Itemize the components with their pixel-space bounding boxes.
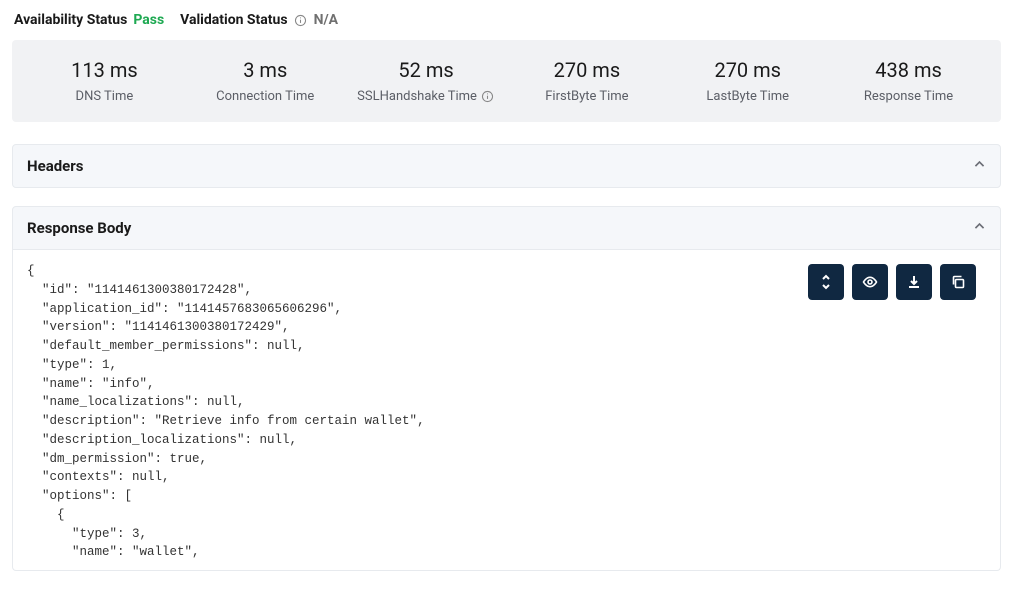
availability-status-value: Pass: [133, 12, 164, 28]
metric-firstbyte-label: FirstByte Time: [545, 89, 628, 104]
metric-response: 438 ms Response Time: [828, 58, 989, 104]
metric-ssl-label: SSLHandshake Time: [357, 89, 495, 104]
chevron-up-icon: [973, 220, 986, 237]
metric-firstbyte-value: 270 ms: [506, 58, 667, 82]
headers-section-header[interactable]: Headers: [12, 144, 1001, 188]
view-button[interactable]: [852, 264, 888, 300]
metric-connection: 3 ms Connection Time: [185, 58, 346, 104]
expand-collapse-button[interactable]: [808, 264, 844, 300]
response-body-panel: { "id": "1141461300380172428", "applicat…: [12, 250, 1001, 571]
info-icon[interactable]: [294, 13, 308, 27]
metric-dns-label: DNS Time: [76, 89, 134, 104]
availability-status-label: Availability Status: [14, 12, 127, 28]
status-row: Availability Status Pass Validation Stat…: [12, 8, 1001, 40]
info-icon[interactable]: [481, 90, 495, 104]
response-body-section-header[interactable]: Response Body: [12, 206, 1001, 250]
response-body-actions: [808, 264, 976, 300]
download-button[interactable]: [896, 264, 932, 300]
metric-ssl-label-text: SSLHandshake Time: [357, 89, 477, 104]
availability-status: Availability Status Pass: [14, 12, 164, 28]
response-body-content[interactable]: { "id": "1141461300380172428", "applicat…: [27, 262, 986, 562]
chevron-up-icon: [973, 158, 986, 175]
validation-status-label: Validation Status: [180, 12, 287, 28]
metric-connection-label: Connection Time: [216, 89, 314, 104]
metric-ssl: 52 ms SSLHandshake Time: [346, 58, 507, 104]
headers-section-title: Headers: [27, 157, 83, 175]
validation-status-value: N/A: [314, 12, 338, 28]
metric-dns-value: 113 ms: [24, 58, 185, 82]
metric-lastbyte: 270 ms LastByte Time: [667, 58, 828, 104]
metric-ssl-value: 52 ms: [346, 58, 507, 82]
metric-response-value: 438 ms: [828, 58, 989, 82]
validation-status: Validation Status N/A: [180, 12, 338, 28]
response-body-section-title: Response Body: [27, 219, 131, 237]
metric-response-label: Response Time: [864, 89, 953, 104]
metric-lastbyte-value: 270 ms: [667, 58, 828, 82]
metric-lastbyte-label: LastByte Time: [706, 89, 789, 104]
metric-dns: 113 ms DNS Time: [24, 58, 185, 104]
metrics-bar: 113 ms DNS Time 3 ms Connection Time 52 …: [12, 40, 1001, 122]
copy-button[interactable]: [940, 264, 976, 300]
metric-connection-value: 3 ms: [185, 58, 346, 82]
metric-firstbyte: 270 ms FirstByte Time: [506, 58, 667, 104]
